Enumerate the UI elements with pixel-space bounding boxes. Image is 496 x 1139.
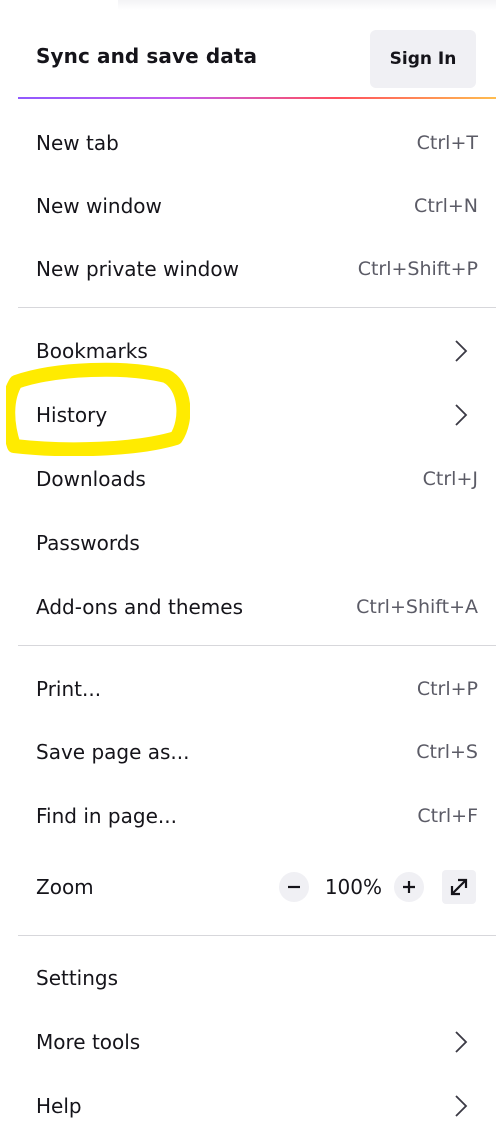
menu-item-new-tab[interactable]: New tab Ctrl+T: [0, 115, 496, 171]
chevron-right-icon: [455, 1095, 468, 1117]
menu-item-zoom: Zoom 100%: [0, 859, 496, 915]
menu-item-shortcut: Ctrl+F: [417, 805, 478, 827]
zoom-controls: 100%: [278, 869, 476, 905]
menu-item-more-tools[interactable]: More tools: [0, 1014, 496, 1070]
menu-item-label: Zoom: [36, 875, 94, 899]
menu-item-settings[interactable]: Settings: [0, 950, 496, 1006]
chevron-right-icon: [455, 340, 468, 362]
menu-item-history[interactable]: History: [0, 387, 496, 443]
menu-top-edge: [0, 0, 496, 12]
menu-item-label: Find in page...: [36, 804, 177, 828]
menu-item-shortcut: Ctrl+N: [414, 195, 478, 217]
menu-item-shortcut: Ctrl+Shift+A: [356, 596, 478, 618]
menu-item-shortcut: Ctrl+P: [416, 678, 478, 700]
zoom-in-button[interactable]: [394, 872, 424, 902]
menu-arrow-notch: [0, 0, 118, 12]
fullscreen-arrow-icon: [450, 878, 468, 896]
menu-item-find-in-page[interactable]: Find in page... Ctrl+F: [0, 788, 496, 844]
menu-item-print[interactable]: Print... Ctrl+P: [0, 661, 496, 717]
menu-item-label: Bookmarks: [36, 339, 148, 363]
zoom-level-value[interactable]: 100%: [325, 875, 382, 899]
menu-separator: [18, 307, 496, 308]
menu-item-new-private-window[interactable]: New private window Ctrl+Shift+P: [0, 241, 496, 297]
menu-item-shortcut: Ctrl+T: [416, 132, 478, 154]
menu-item-addons-themes[interactable]: Add-ons and themes Ctrl+Shift+A: [0, 579, 496, 635]
menu-item-label: Add-ons and themes: [36, 595, 244, 619]
menu-item-label: New window: [36, 194, 162, 218]
menu-item-label: History: [36, 403, 108, 427]
sync-header-title: Sync and save data: [36, 44, 258, 68]
menu-item-label: New tab: [36, 131, 119, 155]
menu-item-shortcut: Ctrl+J: [422, 468, 478, 490]
minus-icon: [287, 885, 300, 889]
menu-item-label: More tools: [36, 1030, 141, 1054]
menu-item-help[interactable]: Help: [0, 1078, 496, 1134]
accent-gradient-divider: [18, 97, 496, 99]
sign-in-button[interactable]: Sign In: [370, 30, 476, 88]
menu-item-shortcut: Ctrl+S: [416, 741, 478, 763]
zoom-out-button[interactable]: [278, 872, 309, 902]
menu-separator: [18, 935, 496, 936]
chevron-right-icon: [455, 1031, 468, 1053]
menu-item-label: Print...: [36, 677, 102, 701]
menu-item-label: Help: [36, 1094, 82, 1118]
menu-separator: [18, 645, 496, 646]
menu-item-shortcut: Ctrl+Shift+P: [357, 258, 478, 280]
menu-item-label: Downloads: [36, 467, 146, 491]
chevron-right-icon: [455, 404, 468, 426]
menu-item-bookmarks[interactable]: Bookmarks: [0, 323, 496, 379]
menu-item-label: New private window: [36, 257, 239, 281]
fullscreen-button[interactable]: [442, 870, 476, 904]
menu-item-downloads[interactable]: Downloads Ctrl+J: [0, 451, 496, 507]
plus-icon: [403, 881, 415, 893]
menu-item-label: Passwords: [36, 531, 140, 555]
menu-item-save-page[interactable]: Save page as... Ctrl+S: [0, 724, 496, 780]
menu-item-new-window[interactable]: New window Ctrl+N: [0, 178, 496, 234]
sync-header: Sync and save data Sign In: [0, 28, 496, 88]
menu-item-label: Settings: [36, 966, 119, 990]
menu-item-label: Save page as...: [36, 740, 190, 764]
menu-item-passwords[interactable]: Passwords: [0, 515, 496, 571]
